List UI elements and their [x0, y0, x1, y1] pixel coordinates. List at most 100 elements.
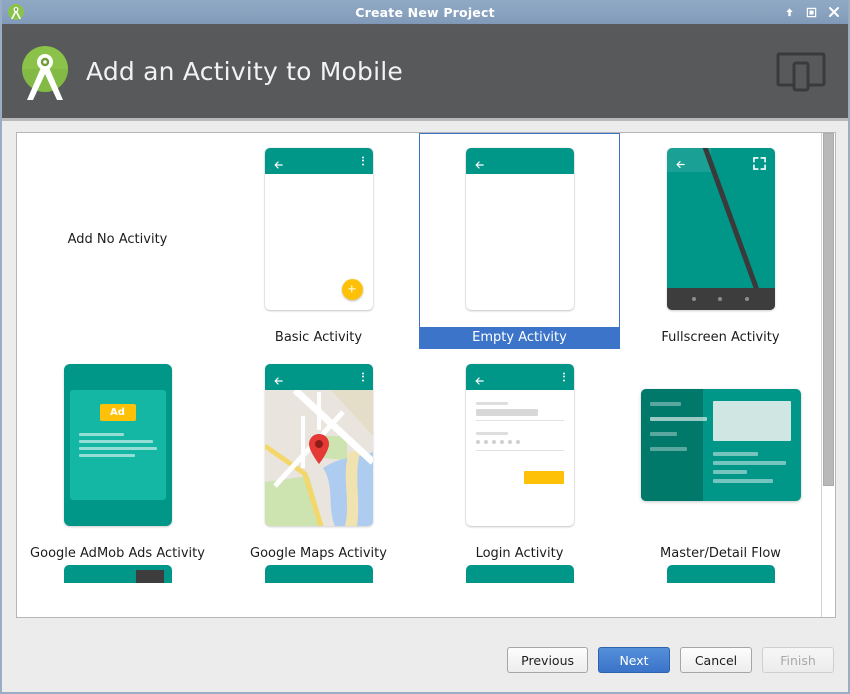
minimize-button[interactable] [783, 6, 796, 19]
fullscreen-activity-thumbnail [666, 147, 776, 310]
back-arrow-icon [273, 155, 284, 169]
overflow-menu-icon [361, 372, 364, 381]
create-new-project-dialog: Create New Project Add an Activity to Mo… [0, 0, 850, 694]
phone-frame [264, 147, 373, 310]
activity-card-label: Empty Activity [419, 327, 620, 349]
detail-pane [703, 389, 801, 501]
navigation-bar [666, 287, 775, 310]
activity-card-label: Login Activity [475, 546, 564, 561]
phone-frame [465, 363, 574, 526]
window-title: Create New Project [355, 4, 495, 20]
activity-card-partial[interactable] [17, 565, 218, 583]
username-field [475, 408, 538, 416]
text-line [78, 446, 157, 450]
window-titlebar: Create New Project [2, 0, 848, 25]
phone-frame [264, 363, 373, 526]
text-line [78, 432, 124, 436]
field-underline [475, 449, 564, 451]
activity-card-label: Google AdMob Ads Activity [30, 546, 205, 561]
window-controls [783, 6, 848, 19]
activity-card-label: Add No Activity [67, 232, 168, 247]
dialog-footer: Previous Next Cancel Finish [2, 628, 848, 692]
activity-gallery-frame: Add No Activity Basic Activity Empty Act… [16, 132, 836, 618]
text-line [78, 453, 135, 457]
activity-card-partial[interactable] [218, 565, 419, 583]
diagonal-accent [698, 147, 775, 310]
phone-frame [666, 565, 775, 583]
activity-card-fullscreen-activity[interactable]: Fullscreen Activity [620, 133, 821, 349]
username-label [475, 401, 508, 405]
sign-in-button [523, 470, 564, 484]
password-label [475, 431, 508, 435]
app-bar [465, 147, 574, 174]
dialog-header: Add an Activity to Mobile [2, 25, 848, 121]
next-button[interactable]: Next [598, 647, 670, 673]
ad-badge: Ad [99, 403, 136, 421]
map-canvas [264, 389, 373, 526]
app-bar [264, 147, 373, 174]
maximize-button[interactable] [805, 6, 818, 19]
page-title: Add an Activity to Mobile [86, 57, 403, 86]
list-item [649, 401, 682, 406]
text-line [78, 439, 154, 443]
mobile-device-icon [776, 50, 826, 94]
activity-card-google-maps-activity[interactable]: Google Maps Activity [218, 349, 419, 565]
activity-card-label: Fullscreen Activity [661, 330, 780, 345]
overflow-menu-icon [361, 156, 364, 165]
back-arrow-icon [675, 155, 686, 168]
back-arrow-icon [474, 371, 485, 385]
activity-gallery-panel: Add No Activity Basic Activity Empty Act… [2, 124, 848, 628]
password-field [475, 439, 564, 446]
tablet-frame [640, 388, 801, 501]
activity-card-partial[interactable] [419, 565, 620, 583]
scrollbar-thumb[interactable] [823, 133, 834, 487]
activity-card-label: Basic Activity [274, 330, 363, 345]
cancel-button[interactable]: Cancel [680, 647, 752, 673]
admob-activity-thumbnail: Ad [63, 363, 173, 526]
app-bar [264, 363, 373, 390]
activity-grid-row-1: Add No Activity Basic Activity Empty Act… [17, 133, 821, 349]
activity-card-google-admob-ads-activity[interactable]: Ad Google AdMob Ads Activity [17, 349, 218, 565]
app-bar [465, 363, 574, 390]
phone-frame [465, 565, 574, 583]
activity-card-basic-activity[interactable]: Basic Activity [218, 133, 419, 349]
phone-frame [465, 147, 574, 310]
text-line [712, 460, 786, 465]
activity-gallery-scroll: Add No Activity Basic Activity Empty Act… [17, 133, 821, 617]
activity-card-add-no-activity[interactable]: Add No Activity [17, 133, 218, 349]
detail-image [712, 400, 791, 441]
text-line [712, 451, 758, 456]
activity-card-partial[interactable] [620, 565, 821, 583]
overflow-menu-icon [562, 372, 565, 381]
list-item [649, 431, 677, 436]
text-line [712, 469, 747, 474]
android-studio-logo [18, 44, 72, 100]
activity-card-login-activity[interactable]: Login Activity [419, 349, 620, 565]
empty-activity-thumbnail [465, 147, 575, 310]
login-form [466, 390, 574, 484]
phone-frame [666, 147, 775, 310]
basic-activity-thumbnail [264, 147, 374, 310]
activity-card-master-detail-flow[interactable]: Master/Detail Flow [620, 349, 821, 565]
previous-button[interactable]: Previous [507, 647, 588, 673]
phone-frame: Ad [63, 363, 172, 526]
phone-frame [264, 565, 373, 583]
field-underline [475, 419, 564, 421]
fullscreen-expand-icon [752, 155, 766, 170]
android-studio-icon [6, 2, 26, 22]
maps-activity-thumbnail [264, 363, 374, 526]
back-arrow-icon [273, 371, 284, 385]
activity-card-label: Master/Detail Flow [660, 546, 781, 561]
dark-accent [135, 570, 164, 583]
login-activity-thumbnail [465, 363, 575, 526]
floating-action-button-icon [341, 278, 363, 300]
close-button[interactable] [827, 6, 840, 19]
master-detail-thumbnail [640, 363, 801, 526]
vertical-scrollbar[interactable] [821, 133, 835, 617]
activity-card-empty-activity[interactable]: Empty Activity [419, 133, 620, 349]
back-arrow-icon [474, 155, 485, 169]
activity-grid-row-3-partial [17, 565, 821, 583]
text-line [712, 478, 774, 483]
list-item [649, 416, 707, 421]
list-item [649, 446, 688, 451]
